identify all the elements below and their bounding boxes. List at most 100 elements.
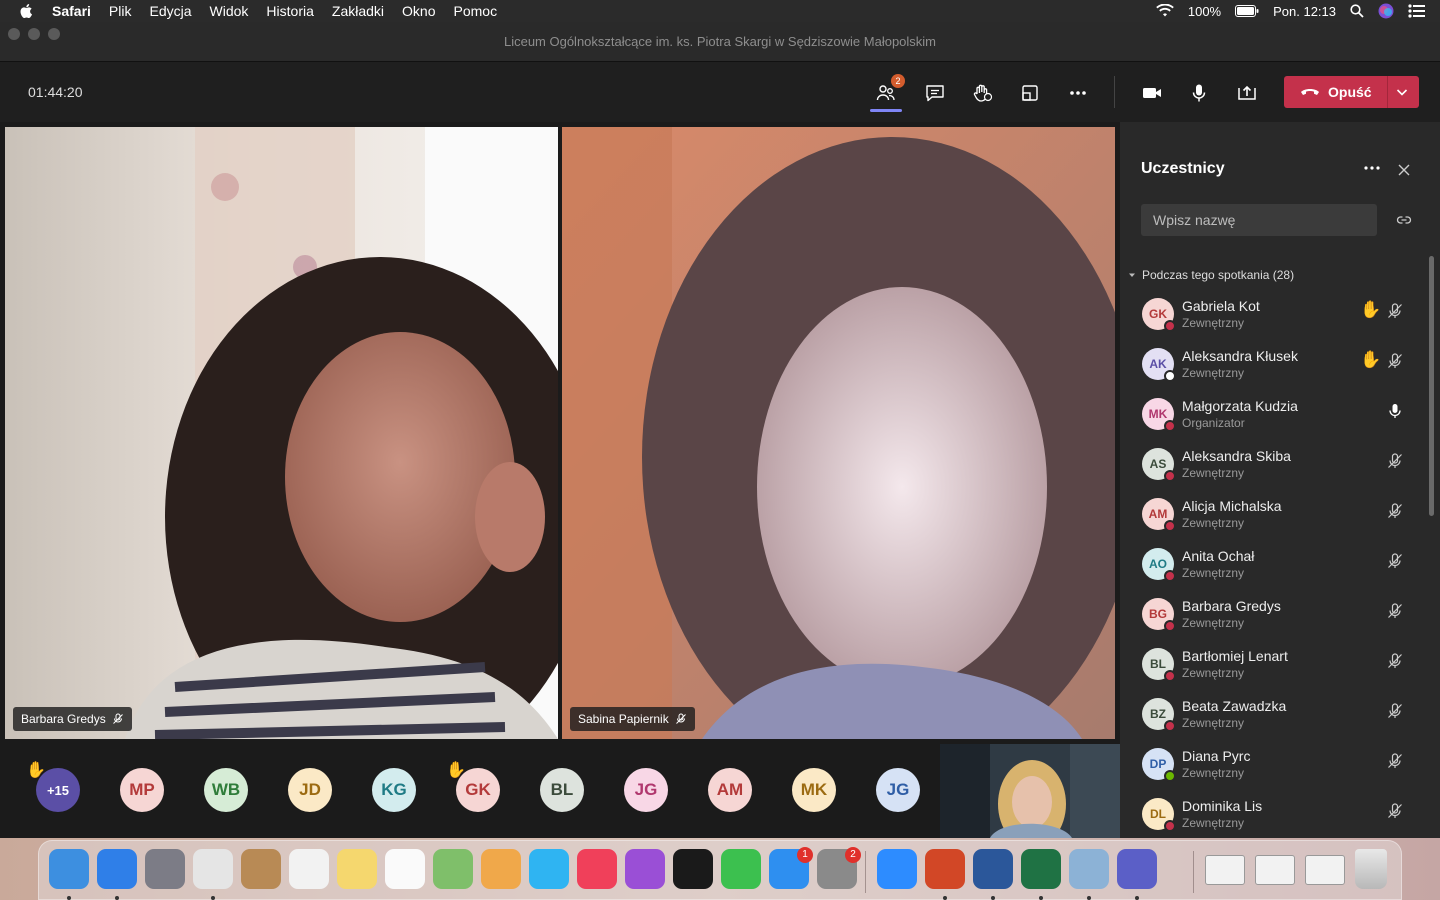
participant-row[interactable]: AO Anita Ochał Zewnętrzny <box>1120 542 1426 592</box>
participant-role: Zewnętrzny <box>1182 516 1245 530</box>
minimized-window-thumbnail[interactable] <box>1205 855 1245 885</box>
show-participants-button[interactable]: 2 <box>873 74 905 106</box>
meeting-section-header[interactable]: Podczas tego spotkania (28) <box>1128 268 1294 282</box>
chat-button[interactable] <box>922 80 948 106</box>
close-icon[interactable] <box>1396 162 1412 178</box>
safari-icon[interactable] <box>97 849 137 889</box>
menu-plik[interactable]: Plik <box>109 3 132 19</box>
video-tile-2[interactable]: Sabina Papiernik <box>562 127 1115 739</box>
participant-avatar[interactable]: MP <box>120 768 164 812</box>
minimized-window-thumbnail[interactable] <box>1305 855 1345 885</box>
maps-icon[interactable] <box>433 849 473 889</box>
participant-avatar[interactable]: MK <box>792 768 836 812</box>
share-content-button[interactable] <box>1234 80 1260 106</box>
facetime-icon[interactable] <box>721 849 761 889</box>
control-center-icon[interactable] <box>1408 4 1426 18</box>
menu-pomoc[interactable]: Pomoc <box>454 3 498 19</box>
participant-avatar[interactable]: AM <box>708 768 752 812</box>
trash-icon[interactable] <box>1355 849 1387 889</box>
word-icon[interactable] <box>973 849 1013 889</box>
participant-role: Zewnętrzny <box>1182 716 1245 730</box>
zoom-icon[interactable] <box>877 849 917 889</box>
wifi-icon[interactable] <box>1156 4 1174 18</box>
photos-icon[interactable] <box>481 849 521 889</box>
window-titlebar: Liceum Ogólnokształcące im. ks. Piotra S… <box>0 22 1440 62</box>
self-view-video[interactable] <box>940 744 1120 838</box>
menu-historia[interactable]: Historia <box>266 3 313 19</box>
launchpad-icon[interactable] <box>145 849 185 889</box>
panel-scrollbar[interactable] <box>1429 256 1434 516</box>
music-icon[interactable] <box>577 849 617 889</box>
participant-avatar[interactable]: WB <box>204 768 248 812</box>
participant-row[interactable]: BZ Beata Zawadzka Zewnętrzny <box>1120 692 1426 742</box>
notification-badge: 2 <box>845 847 861 863</box>
camera-toggle-button[interactable] <box>1139 80 1165 106</box>
mic-off-icon[interactable] <box>1386 652 1404 675</box>
mic-off-icon[interactable] <box>1386 502 1404 525</box>
panel-more-options-button[interactable] <box>1362 158 1382 183</box>
apple-icon[interactable] <box>18 3 36 19</box>
mic-off-icon[interactable] <box>1386 352 1404 375</box>
chevron-down-icon[interactable] <box>1394 84 1410 100</box>
participant-row[interactable]: BG Barbara Gredys Zewnętrzny <box>1120 592 1426 642</box>
mic-off-icon <box>112 713 123 724</box>
menu-okno[interactable]: Okno <box>402 3 435 19</box>
siri-icon[interactable] <box>1378 3 1394 19</box>
participant-row[interactable]: AS Aleksandra Skiba Zewnętrzny <box>1120 442 1426 492</box>
video-camera-icon <box>1143 88 1161 98</box>
participant-avatar[interactable]: BL <box>540 768 584 812</box>
participant-row[interactable]: MK Małgorzata Kudzia Organizator <box>1120 392 1426 442</box>
menu-zakladki[interactable]: Zakładki <box>332 3 384 19</box>
preview-icon[interactable] <box>1069 849 1109 889</box>
participant-avatar[interactable]: JG <box>876 768 920 812</box>
mic-off-icon[interactable] <box>1386 702 1404 725</box>
participant-avatar[interactable]: JD <box>288 768 332 812</box>
share-link-icon[interactable] <box>1396 212 1412 228</box>
microphone-icon[interactable] <box>1386 402 1404 425</box>
mic-off-icon[interactable] <box>1386 602 1404 625</box>
mic-off-icon[interactable] <box>1386 452 1404 475</box>
more-actions-button[interactable] <box>1065 80 1091 106</box>
participant-row[interactable]: AK Aleksandra Kłusek Zewnętrzny ✋ <box>1120 342 1426 392</box>
spotlight-search-icon[interactable] <box>1350 4 1364 18</box>
mic-off-icon[interactable] <box>1386 302 1404 325</box>
powerpoint-icon[interactable] <box>925 849 965 889</box>
video-tile-1[interactable]: Barbara Gredys <box>5 127 558 739</box>
participant-search-input[interactable] <box>1141 204 1377 236</box>
notes-icon[interactable] <box>337 849 377 889</box>
messages-icon[interactable] <box>529 849 569 889</box>
menu-edycja[interactable]: Edycja <box>149 3 191 19</box>
participant-row[interactable]: AM Alicja Michalska Zewnętrzny <box>1120 492 1426 542</box>
tv-icon[interactable] <box>673 849 713 889</box>
podcasts-icon[interactable] <box>625 849 665 889</box>
excel-icon[interactable] <box>1021 849 1061 889</box>
mic-off-icon[interactable] <box>1386 802 1404 825</box>
rooms-button[interactable] <box>1017 80 1043 106</box>
mic-off-icon[interactable] <box>1386 752 1404 775</box>
minimized-window-thumbnail[interactable] <box>1255 855 1295 885</box>
contacts-icon[interactable] <box>241 849 281 889</box>
battery-icon[interactable] <box>1235 5 1259 17</box>
menu-safari[interactable]: Safari <box>52 3 91 19</box>
participant-name: Diana Pyrc <box>1182 748 1251 764</box>
participant-avatar[interactable]: JG <box>624 768 668 812</box>
participant-row[interactable]: DP Diana Pyrc Zewnętrzny <box>1120 742 1426 792</box>
calendar-icon[interactable] <box>289 849 329 889</box>
mic-off-icon[interactable] <box>1386 552 1404 575</box>
participant-row[interactable]: BL Bartłomiej Lenart Zewnętrzny <box>1120 642 1426 692</box>
participant-avatar: AK <box>1142 348 1176 382</box>
leave-meeting-button[interactable]: Opuść <box>1284 76 1419 108</box>
teams-icon[interactable] <box>1117 849 1157 889</box>
participant-row[interactable]: DL Dominika Lis Zewnętrzny <box>1120 792 1426 838</box>
presence-status-icon <box>1164 520 1176 532</box>
participant-row[interactable]: GK Gabriela Kot Zewnętrzny ✋ <box>1120 292 1426 342</box>
menubar-clock[interactable]: Pon. 12:13 <box>1273 4 1336 19</box>
menu-widok[interactable]: Widok <box>210 3 249 19</box>
reactions-button[interactable] <box>969 80 995 106</box>
reminders-icon[interactable] <box>385 849 425 889</box>
microphone-toggle-button[interactable] <box>1186 80 1212 106</box>
chrome-icon[interactable] <box>193 849 233 889</box>
finder-icon[interactable] <box>49 849 89 889</box>
participant-avatar-row: +15 ✋ MP WB JD KG GK ✋ BL JG AM MK JG <box>0 742 938 838</box>
participant-avatar[interactable]: KG <box>372 768 416 812</box>
